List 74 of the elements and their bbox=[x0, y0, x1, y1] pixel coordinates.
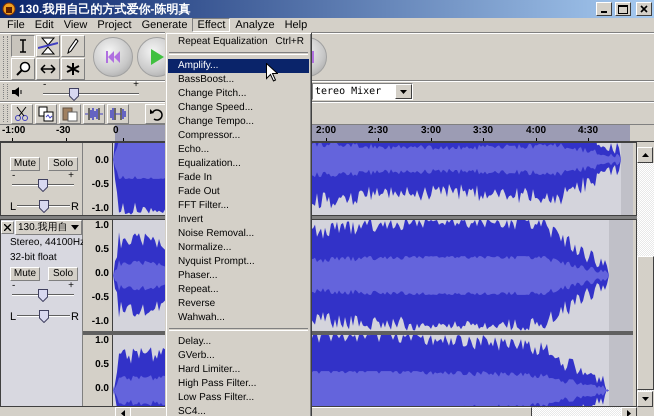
menu-item[interactable]: Repeat... bbox=[168, 283, 309, 297]
menu-item[interactable]: Hard Limiter... bbox=[168, 363, 309, 377]
slider-min-label: - bbox=[12, 281, 16, 291]
menu-item[interactable]: Echo... bbox=[168, 143, 309, 157]
scale-label: 0.0 bbox=[95, 156, 109, 166]
ruler-label: 4:30 bbox=[578, 126, 598, 136]
menu-item[interactable]: Fade Out bbox=[168, 185, 309, 199]
menu-item[interactable]: Nyquist Prompt... bbox=[168, 255, 309, 269]
menu-item[interactable]: Noise Removal... bbox=[168, 227, 309, 241]
scale-label: -1.0 bbox=[92, 204, 109, 214]
menu-item[interactable]: Edit bbox=[30, 18, 59, 32]
menu-item[interactable]: View bbox=[58, 18, 92, 32]
track-name-menu[interactable]: 130.我用自 bbox=[15, 220, 82, 234]
ruler-label: 0 bbox=[113, 126, 119, 136]
slider[interactable]: - + bbox=[12, 284, 74, 302]
menu-item[interactable]: File bbox=[2, 18, 30, 32]
menu-item[interactable]: Fade In bbox=[168, 171, 309, 185]
menu-item[interactable]: High Pass Filter... bbox=[168, 377, 309, 391]
slider-min-label: - bbox=[43, 80, 46, 90]
ruler-label: -1:00 bbox=[2, 126, 26, 136]
pan-right-label: R bbox=[71, 311, 79, 323]
menu-item[interactable]: SC4... bbox=[168, 405, 309, 416]
slider-max-label: + bbox=[133, 80, 139, 90]
menu-item[interactable]: Amplify... bbox=[168, 59, 309, 73]
menu-item[interactable]: Compressor... bbox=[168, 129, 309, 143]
menu-item[interactable]: Effect bbox=[192, 18, 230, 32]
scale-label: 1.0 bbox=[95, 221, 109, 231]
menu-item[interactable]: Invert bbox=[168, 213, 309, 227]
ruler-label: 3:30 bbox=[473, 126, 494, 136]
pan-left-label: L bbox=[10, 201, 16, 213]
menu-item[interactable]: Repeat Equalization Ctrl+R bbox=[168, 35, 309, 49]
menu-item[interactable]: FFT Filter... bbox=[168, 199, 309, 213]
mute-button[interactable]: Mute bbox=[10, 157, 40, 171]
scale-label: 0.5 bbox=[95, 245, 109, 255]
menu-item[interactable]: Wahwah... bbox=[168, 311, 309, 325]
scale-label: 0.5 bbox=[95, 360, 109, 370]
scale-label: -1.0 bbox=[92, 317, 109, 327]
ruler-label: 4:00 bbox=[526, 126, 546, 136]
menu-item[interactable]: Project bbox=[92, 18, 137, 32]
slider[interactable]: - + bbox=[12, 174, 74, 192]
scale-label: 0.0 bbox=[95, 269, 109, 279]
ruler-label: 2:30 bbox=[368, 126, 388, 136]
menu-item[interactable]: Analyze bbox=[230, 18, 280, 32]
scale-label: -0.5 bbox=[92, 293, 109, 303]
slider-max-label: + bbox=[68, 281, 74, 291]
menu-item[interactable]: Change Pitch... bbox=[168, 87, 309, 101]
scale-label: 1.0 bbox=[95, 336, 109, 346]
menu-item[interactable]: Generate bbox=[136, 18, 192, 32]
solo-button[interactable]: Solo bbox=[48, 267, 78, 281]
menu-item[interactable]: Phaser... bbox=[168, 269, 309, 283]
ruler-label: 2:00 bbox=[316, 126, 336, 136]
pan-right-label: R bbox=[71, 201, 79, 213]
slider-min-label: - bbox=[12, 171, 16, 181]
menu-item[interactable]: Low Pass Filter... bbox=[168, 391, 309, 405]
menu-item[interactable]: Delay... bbox=[168, 335, 309, 349]
mute-button[interactable]: Mute bbox=[10, 267, 40, 281]
ruler-label: -30 bbox=[56, 126, 70, 136]
slider-max-label: + bbox=[68, 171, 74, 181]
slider[interactable]: - + bbox=[43, 82, 139, 100]
menu-item[interactable]: GVerb... bbox=[168, 349, 309, 363]
menu-item[interactable]: Help bbox=[280, 18, 312, 32]
scale-label: 0.0 bbox=[95, 384, 109, 394]
pan-left-label: L bbox=[10, 311, 16, 323]
scale-label: -0.5 bbox=[92, 180, 109, 190]
input-device-dropdown[interactable]: tereo Mixer bbox=[312, 83, 413, 100]
ruler-label: 3:00 bbox=[421, 126, 442, 136]
menu-item[interactable]: Normalize... bbox=[168, 241, 309, 255]
menu-item[interactable]: Change Speed... bbox=[168, 101, 309, 115]
window-title: 130.我用自己的方式爱你-陈明真 bbox=[19, 0, 192, 18]
menu-item[interactable]: Reverse bbox=[168, 297, 309, 311]
track-info: 32-bit float bbox=[9, 252, 58, 264]
menu-item[interactable]: Equalization... bbox=[168, 157, 309, 171]
menu-item[interactable]: BassBoost... bbox=[168, 73, 309, 87]
solo-button[interactable]: Solo bbox=[48, 157, 78, 171]
